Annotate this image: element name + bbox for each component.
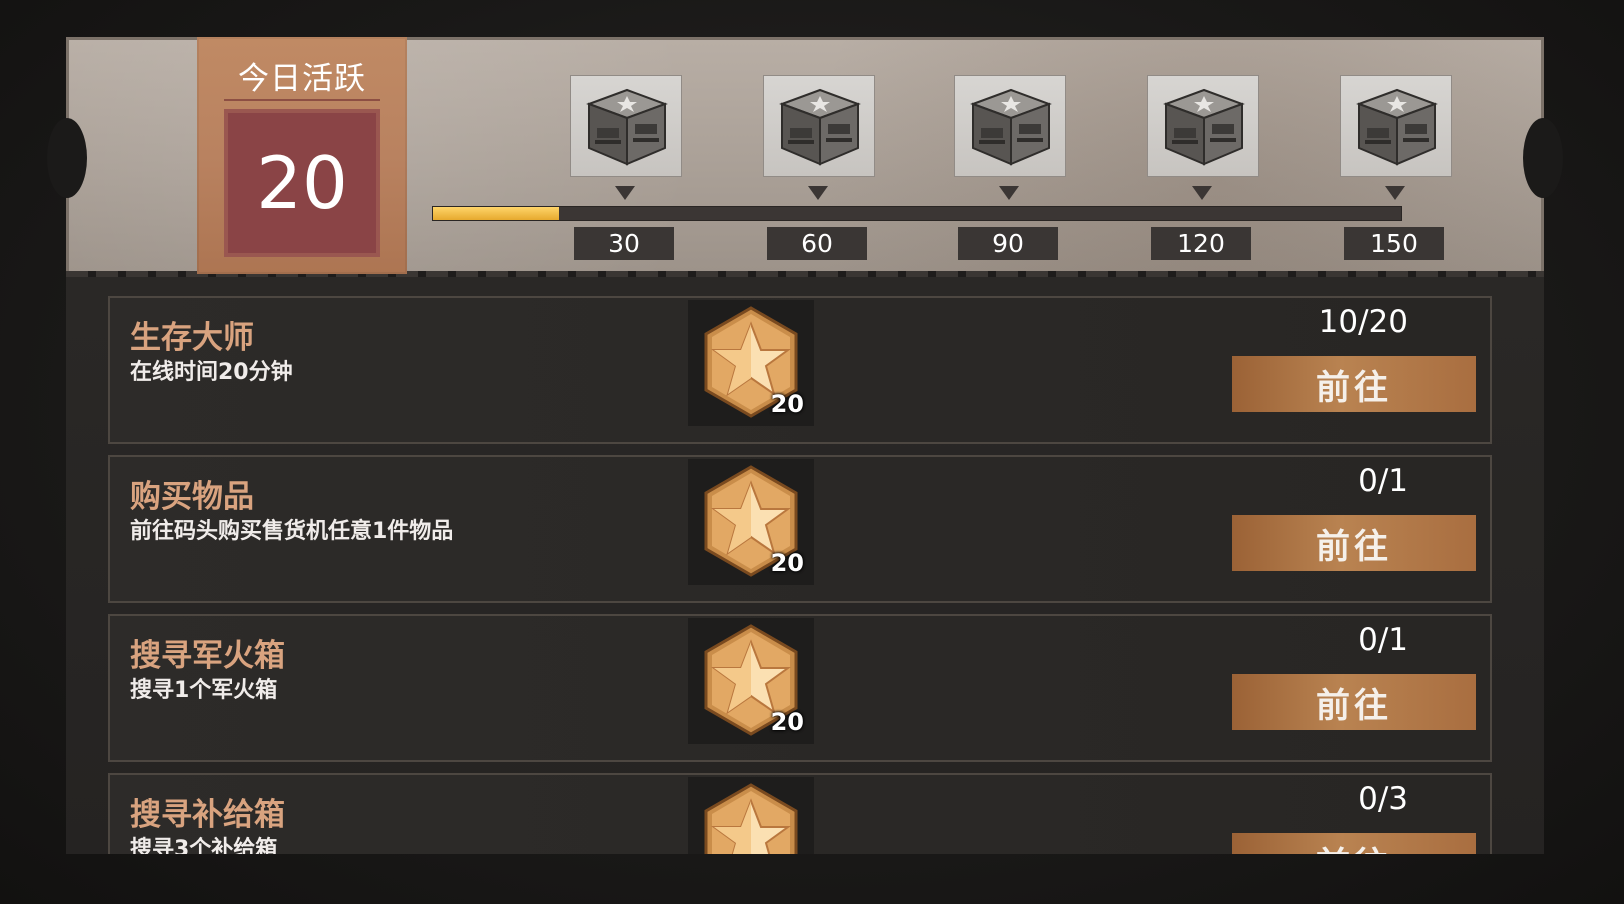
task-progress: 0/1 xyxy=(1358,622,1408,658)
task-progress: 0/3 xyxy=(1358,781,1408,817)
milestone-label-90: 90 xyxy=(958,227,1058,260)
activity-progress-fill xyxy=(433,207,559,220)
divider xyxy=(224,99,380,101)
task-progress: 10/20 xyxy=(1318,304,1408,340)
reward-count: 20 xyxy=(770,390,804,418)
reward-item[interactable]: 20 xyxy=(688,459,814,585)
task-row: 搜寻军火箱 搜寻1个军火箱 20 0/1 前往 xyxy=(108,614,1492,762)
reward-item[interactable]: 20 xyxy=(688,300,814,426)
task-title: 购买物品 xyxy=(130,479,254,515)
milestone-pointer xyxy=(999,186,1019,200)
ticket-notch-left xyxy=(47,118,87,198)
activity-progress-bar xyxy=(432,206,1402,221)
task-list[interactable]: 生存大师 在线时间20分钟 20 10/20 前往 购买物品 前往码头购买售货机… xyxy=(66,277,1544,854)
task-title: 搜寻军火箱 xyxy=(130,638,285,674)
reward-item[interactable]: 20 xyxy=(688,618,814,744)
milestone-chest-120[interactable] xyxy=(1147,75,1259,177)
daily-active-value: 20 xyxy=(256,141,348,225)
daily-active-title: 今日活跃 xyxy=(238,61,366,97)
ticket-notch-right xyxy=(1523,118,1563,198)
go-button[interactable]: 前往 xyxy=(1232,356,1476,412)
task-row: 搜寻补给箱 搜寻3个补给箱 0/3 前往 xyxy=(108,773,1492,854)
milestone-pointer xyxy=(1192,186,1212,200)
milestone-chest-90[interactable] xyxy=(954,75,1066,177)
go-button[interactable]: 前往 xyxy=(1232,515,1476,571)
task-description: 搜寻1个军火箱 xyxy=(130,678,278,703)
task-row: 生存大师 在线时间20分钟 20 10/20 前往 xyxy=(108,296,1492,444)
milestone-chest-30[interactable] xyxy=(570,75,682,177)
milestone-pointer xyxy=(1385,186,1405,200)
milestone-chest-150[interactable] xyxy=(1340,75,1452,177)
task-title: 生存大师 xyxy=(130,320,254,356)
reward-count: 20 xyxy=(770,549,804,577)
task-description: 在线时间20分钟 xyxy=(130,360,293,385)
daily-active-panel: 今日活跃 20 xyxy=(197,37,407,274)
task-description: 前往码头购买售货机任意1件物品 xyxy=(130,519,454,544)
task-row: 购买物品 前往码头购买售货机任意1件物品 20 0/1 前往 xyxy=(108,455,1492,603)
daily-active-value-box: 20 xyxy=(224,109,380,257)
milestone-label-30: 30 xyxy=(574,227,674,260)
milestone-label-120: 120 xyxy=(1151,227,1251,260)
task-description: 搜寻3个补给箱 xyxy=(130,837,278,854)
milestone-label-60: 60 xyxy=(767,227,867,260)
task-title: 搜寻补给箱 xyxy=(130,797,285,833)
go-button[interactable]: 前往 xyxy=(1232,674,1476,730)
reward-item[interactable] xyxy=(688,777,814,854)
reward-count: 20 xyxy=(770,708,804,736)
milestone-chest-60[interactable] xyxy=(763,75,875,177)
go-button[interactable]: 前往 xyxy=(1232,833,1476,854)
task-progress: 0/1 xyxy=(1358,463,1408,499)
milestone-label-150: 150 xyxy=(1344,227,1444,260)
milestone-pointer xyxy=(615,186,635,200)
milestone-pointer xyxy=(808,186,828,200)
